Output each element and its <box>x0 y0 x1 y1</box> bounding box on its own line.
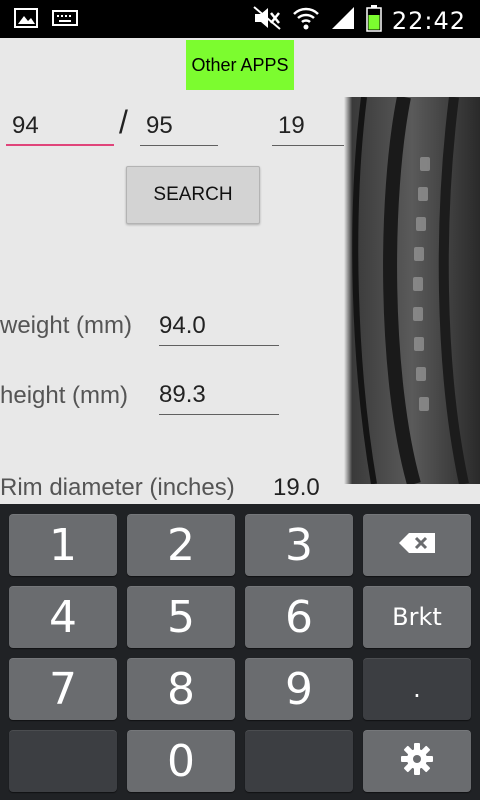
status-bar-left <box>14 8 78 33</box>
blank-key-right <box>245 730 353 792</box>
bracket-key-label: Brkt <box>392 603 442 631</box>
rim-diameter-label: Rim diameter (inches) <box>0 474 235 501</box>
tire-image <box>344 97 480 484</box>
height-label: height (mm) <box>0 382 129 409</box>
decimal-key-label: . <box>413 675 421 703</box>
weight-label: weight (mm) <box>0 312 133 339</box>
key-3[interactable]: 3 <box>245 514 353 576</box>
signal-icon <box>330 5 356 36</box>
keyboard-icon <box>52 9 78 32</box>
key-2[interactable]: 2 <box>127 514 235 576</box>
clock: 22:42 <box>391 6 466 35</box>
rim-input[interactable]: 19 <box>272 106 344 146</box>
key-3-label: 3 <box>285 519 313 571</box>
key-1-label: 1 <box>49 519 77 571</box>
height-value: 89.3 <box>159 375 279 415</box>
key-5-label: 5 <box>167 591 195 643</box>
key-0-label: 0 <box>167 735 195 787</box>
size-separator: / <box>119 104 128 140</box>
key-0[interactable]: 0 <box>127 730 235 792</box>
battery-icon <box>366 4 382 37</box>
key-6[interactable]: 6 <box>245 586 353 648</box>
bracket-key[interactable]: Brkt <box>363 586 471 648</box>
other-apps-button[interactable]: Other APPS <box>186 40 294 90</box>
backspace-key[interactable] <box>363 514 471 576</box>
key-8[interactable]: 8 <box>127 658 235 720</box>
backspace-icon <box>397 531 437 559</box>
status-bar-right: 22:42 <box>252 4 466 37</box>
key-7-label: 7 <box>49 663 77 715</box>
key-1[interactable]: 1 <box>9 514 117 576</box>
weight-value: 94.0 <box>159 306 279 346</box>
aspect-ratio-input[interactable]: 95 <box>140 106 218 146</box>
key-9-label: 9 <box>285 663 313 715</box>
key-7[interactable]: 7 <box>9 658 117 720</box>
search-button[interactable]: SEARCH <box>126 166 260 224</box>
width-input[interactable]: 94 <box>6 106 114 146</box>
key-9[interactable]: 9 <box>245 658 353 720</box>
settings-key[interactable] <box>363 730 471 792</box>
key-8-label: 8 <box>167 663 195 715</box>
key-4[interactable]: 4 <box>9 586 117 648</box>
numeric-keypad: 1 2 3 4 5 6 Brkt 7 8 9 . 0 <box>0 504 480 800</box>
key-5[interactable]: 5 <box>127 586 235 648</box>
gallery-icon <box>14 8 38 33</box>
rim-diameter-value: 19.0 <box>273 474 320 501</box>
gear-icon <box>400 742 434 780</box>
status-bar: 22:42 <box>0 0 480 38</box>
wifi-icon <box>292 5 320 36</box>
decimal-key[interactable]: . <box>363 658 471 720</box>
key-2-label: 2 <box>167 519 195 571</box>
key-6-label: 6 <box>285 591 313 643</box>
key-4-label: 4 <box>49 591 77 643</box>
blank-key-left <box>9 730 117 792</box>
mute-icon <box>252 5 282 36</box>
